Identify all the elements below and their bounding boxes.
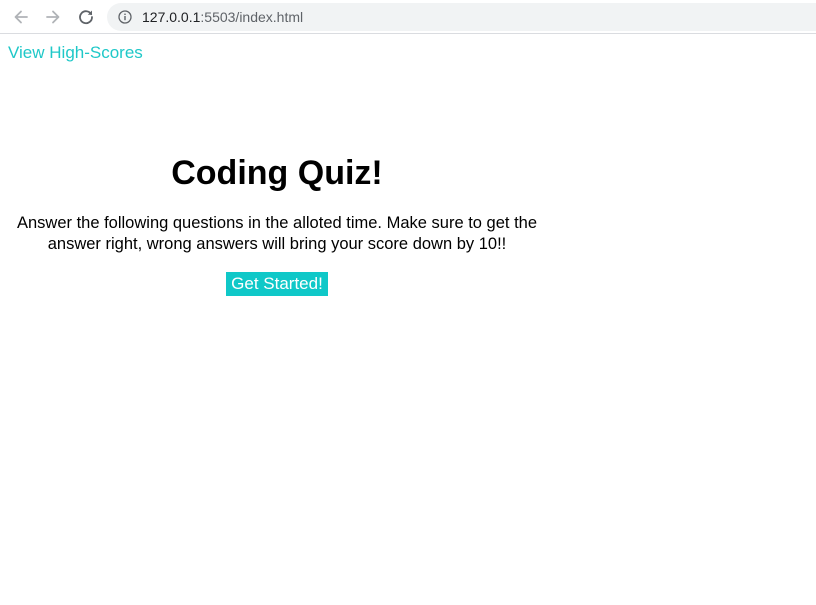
arrow-right-icon	[46, 10, 60, 24]
forward-button[interactable]	[42, 6, 64, 28]
address-bar[interactable]: 127.0.0.1:5503/index.html	[107, 3, 816, 31]
reload-button[interactable]	[75, 6, 97, 28]
reload-icon	[79, 10, 93, 25]
url-host: 127.0.0.1	[142, 9, 201, 25]
back-button[interactable]	[10, 6, 32, 28]
browser-toolbar: 127.0.0.1:5503/index.html	[0, 0, 816, 34]
view-high-scores-link[interactable]: View High-Scores	[8, 43, 143, 63]
arrow-left-icon	[14, 10, 28, 24]
url-path: :5503/index.html	[200, 9, 304, 25]
url-text: 127.0.0.1:5503/index.html	[142, 9, 303, 25]
info-icon[interactable]	[118, 10, 132, 24]
get-started-button[interactable]: Get Started!	[226, 272, 328, 296]
quiz-intro: Coding Quiz! Answer the following questi…	[15, 153, 539, 296]
quiz-description: Answer the following questions in the al…	[16, 214, 538, 253]
page-content: View High-Scores Coding Quiz! Answer the…	[0, 35, 816, 605]
page-title: Coding Quiz!	[171, 154, 383, 192]
